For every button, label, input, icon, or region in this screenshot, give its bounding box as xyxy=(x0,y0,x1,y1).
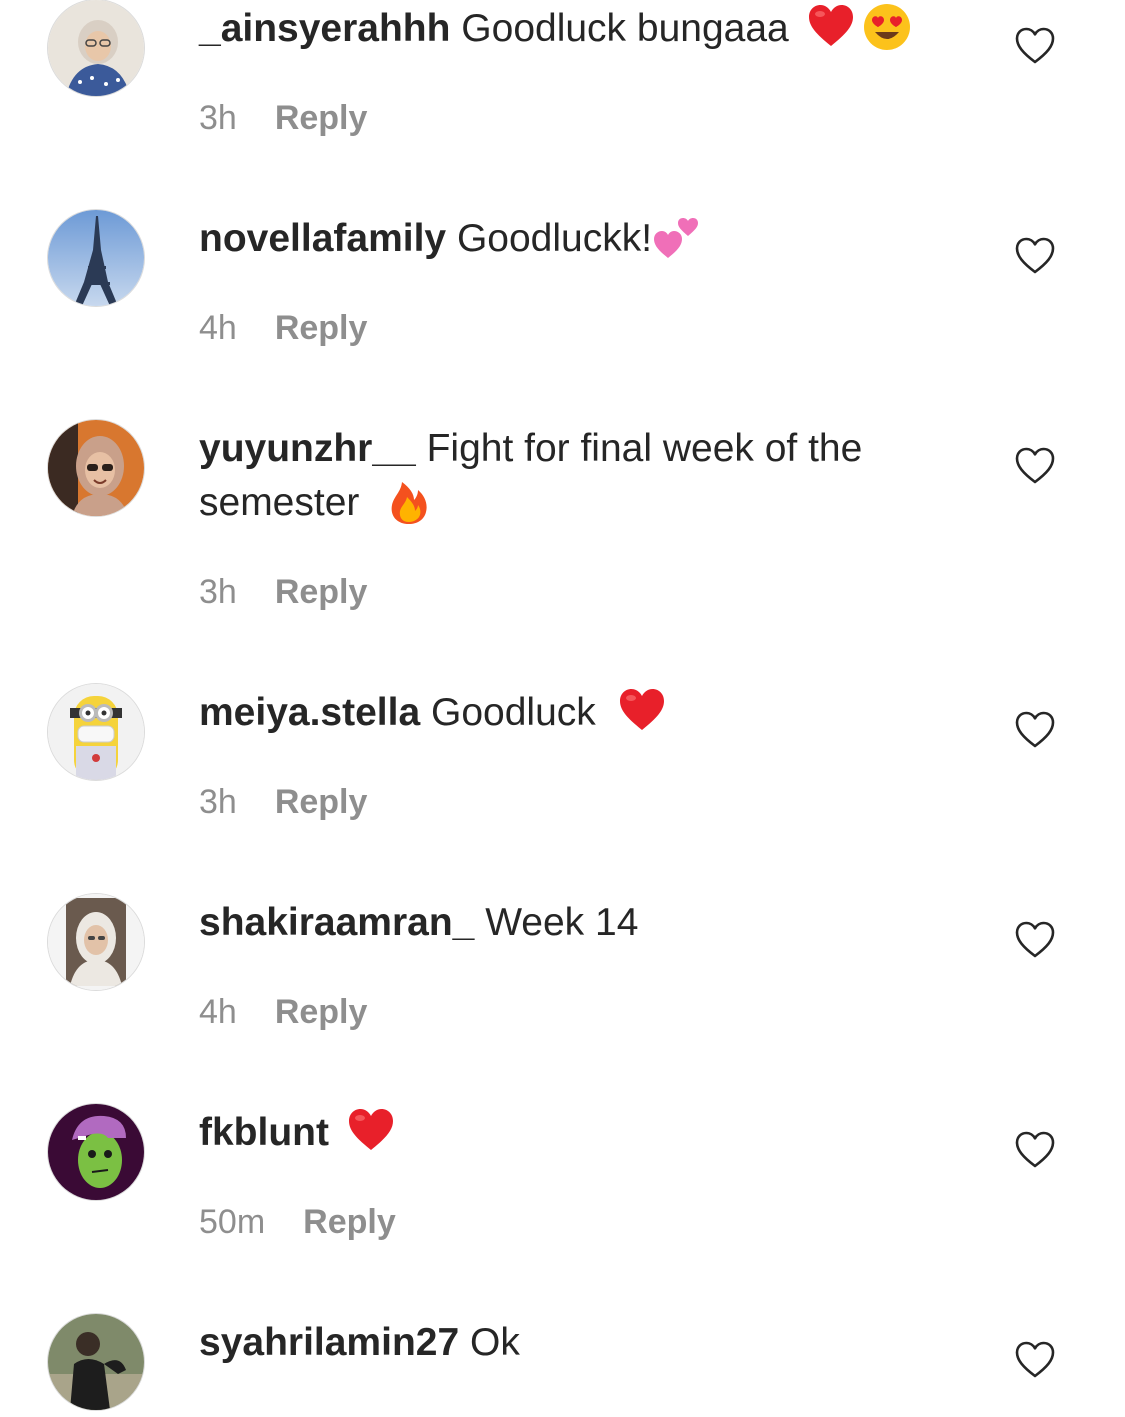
comment-timestamp: 3h xyxy=(199,99,237,137)
comment-meta: 4h Reply xyxy=(199,308,367,348)
comment-username[interactable]: meiya.stella xyxy=(199,691,420,734)
like-button[interactable] xyxy=(1014,26,1056,66)
comment-meta: 3h Reply xyxy=(199,98,367,138)
comment-text: fkblunt xyxy=(199,1106,959,1160)
avatar[interactable] xyxy=(48,684,144,780)
user-avatar-icon xyxy=(48,1104,144,1200)
comment-body: Ok xyxy=(470,1321,520,1364)
reply-button[interactable]: Reply xyxy=(275,309,368,347)
comment-meta: 50m Reply xyxy=(199,1202,396,1242)
reply-button[interactable]: Reply xyxy=(275,783,368,821)
reply-button[interactable]: Reply xyxy=(275,573,368,611)
fire-emoji-icon xyxy=(384,476,434,526)
heart-eyes-emoji-icon xyxy=(862,2,912,52)
like-button[interactable] xyxy=(1014,236,1056,276)
heart-outline-icon xyxy=(1015,711,1055,748)
comment-text: novellafamily Goodluckk! xyxy=(199,212,959,266)
reply-button[interactable]: Reply xyxy=(275,99,368,137)
comment-text: syahrilamin27 Ok xyxy=(199,1316,959,1370)
comment-username[interactable]: syahrilamin27 xyxy=(199,1321,459,1364)
heart-outline-icon xyxy=(1015,237,1055,274)
avatar[interactable] xyxy=(48,1314,144,1410)
red-heart-emoji-icon xyxy=(617,686,667,736)
user-avatar-icon xyxy=(48,894,144,990)
comment-timestamp: 50m xyxy=(199,1203,266,1241)
comment-timestamp: 3h xyxy=(199,783,237,821)
comment-body: Goodluckk! xyxy=(456,217,653,260)
comment-text: yuyunzhr__ Fight for final week of the s… xyxy=(199,422,959,530)
red-heart-emoji-icon xyxy=(346,1106,396,1156)
comment-username[interactable]: fkblunt xyxy=(199,1111,329,1154)
comment-username[interactable]: _ainsyerahhh xyxy=(199,7,450,50)
comment-body: Goodluck xyxy=(431,691,596,734)
comment-meta: 3h Reply xyxy=(199,572,367,612)
comment-username[interactable]: novellafamily xyxy=(199,217,446,260)
comment-body: Goodluck bungaaa xyxy=(461,7,789,50)
heart-outline-icon xyxy=(1015,921,1055,958)
heart-outline-icon xyxy=(1015,27,1055,64)
like-button[interactable] xyxy=(1014,1130,1056,1170)
heart-outline-icon xyxy=(1015,1341,1055,1378)
red-heart-emoji-icon xyxy=(806,2,856,52)
comment-timestamp: 4h xyxy=(199,309,237,347)
avatar[interactable] xyxy=(48,0,144,96)
comment-text: meiya.stella Goodluck xyxy=(199,686,959,740)
user-avatar-icon xyxy=(48,684,144,780)
comment-timestamp: 3h xyxy=(199,573,237,611)
two-hearts-emoji-icon xyxy=(652,212,702,262)
like-button[interactable] xyxy=(1014,446,1056,486)
avatar[interactable] xyxy=(48,210,144,306)
user-avatar-icon xyxy=(48,420,144,516)
comment-meta: 4h Reply xyxy=(199,992,367,1032)
user-avatar-icon xyxy=(48,210,144,306)
comment-text: shakiraamran_ Week 14 xyxy=(199,896,959,950)
comment-username[interactable]: shakiraamran_ xyxy=(199,901,474,944)
heart-outline-icon xyxy=(1015,447,1055,484)
reply-button[interactable]: Reply xyxy=(303,1203,396,1241)
comment-timestamp: 4h xyxy=(199,993,237,1031)
reply-button[interactable]: Reply xyxy=(275,993,368,1031)
user-avatar-icon xyxy=(48,1314,144,1410)
like-button[interactable] xyxy=(1014,1340,1056,1380)
comment-meta: 3h Reply xyxy=(199,782,367,822)
like-button[interactable] xyxy=(1014,710,1056,750)
comment-text: _ainsyerahhh Goodluck bungaaa xyxy=(199,2,959,56)
comment-body: Week 14 xyxy=(485,901,639,944)
avatar[interactable] xyxy=(48,420,144,516)
heart-outline-icon xyxy=(1015,1131,1055,1168)
avatar[interactable] xyxy=(48,1104,144,1200)
comment-username[interactable]: yuyunzhr__ xyxy=(199,427,416,470)
avatar[interactable] xyxy=(48,894,144,990)
like-button[interactable] xyxy=(1014,920,1056,960)
user-avatar-icon xyxy=(48,0,144,96)
